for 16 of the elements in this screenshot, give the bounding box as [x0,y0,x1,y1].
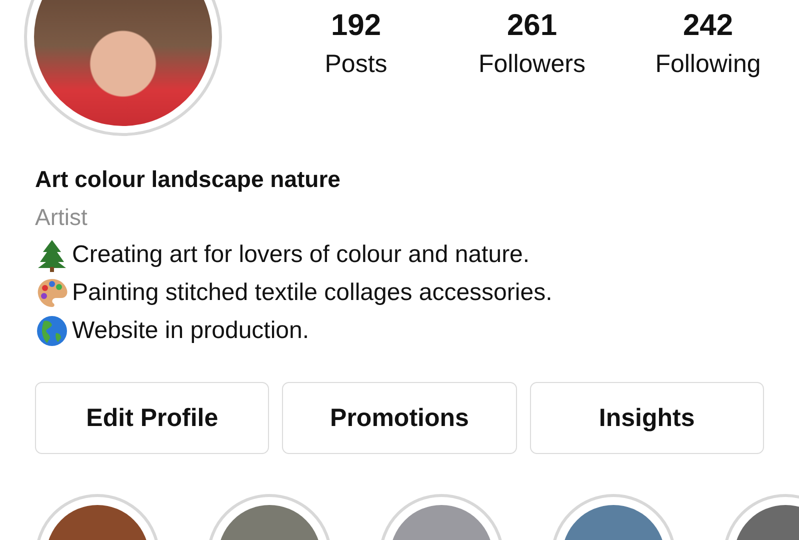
profile-name: Art colour landscape nature [35,165,342,194]
globe-icon [35,314,69,348]
profile-button[interactable]: Insights [530,382,764,454]
bio-line: Creating art for lovers of colour and nature. [72,240,530,270]
bio-line: Painting stitched textile collages accessories. [72,278,552,308]
stat-count: 261 [506,8,558,44]
stat-label[interactable]: Following [655,46,761,82]
profile-button[interactable]: Promotions [282,382,517,454]
profile-category: Artist [35,203,88,232]
profile-button[interactable]: Edit Profile [35,382,270,454]
stat-label[interactable]: Posts [324,46,388,82]
stat-count: 192 [330,8,382,44]
bio-line: Website in production. [72,316,310,346]
stat-label[interactable]: Followers [478,46,586,82]
stat-count: 242 [682,8,734,44]
palette-icon [35,276,69,310]
